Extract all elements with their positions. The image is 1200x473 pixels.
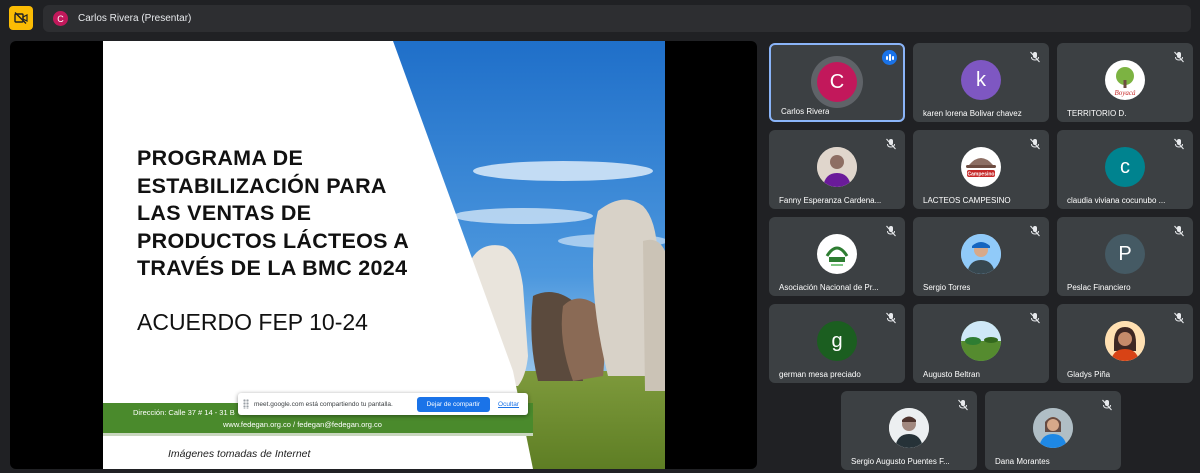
participant-name: Gladys Piña <box>1067 370 1111 379</box>
avatar: P <box>1105 234 1145 274</box>
person-photo-icon <box>889 408 929 448</box>
slide-title-line: ESTABILIZACIÓN PARA <box>137 173 387 198</box>
participant-tile[interactable]: Boyacá TERRITORIO D. <box>1057 43 1193 122</box>
boyaca-logo-icon: Boyacá <box>1105 60 1145 100</box>
participant-name: Sergio Torres <box>923 283 971 292</box>
presenter-label: Carlos Rivera (Presentar) <box>78 13 192 24</box>
hide-button[interactable]: Ocultar <box>498 401 519 408</box>
participant-name: karen lorena Bolivar chavez <box>923 109 1022 118</box>
svg-text:Campesino: Campesino <box>968 172 995 178</box>
mic-muted-icon <box>1174 225 1184 237</box>
slide-footer-strip <box>103 433 533 436</box>
avatar: g <box>817 321 857 361</box>
participant-tile[interactable]: Fanny Esperanza Cardena... <box>769 130 905 209</box>
footer-web: www.fedegan.org.co / fedegan@fedegan.org… <box>223 420 382 429</box>
screen-share-notification: meet.google.com está compartiendo tu pan… <box>238 393 528 415</box>
participant-name: Peslac Financiero <box>1067 283 1131 292</box>
participant-name: TERRITORIO D. <box>1067 109 1127 118</box>
participant-name: LACTEOS CAMPESINO <box>923 196 1011 205</box>
mic-muted-icon <box>1030 312 1040 324</box>
participant-name: claudia viviana cocunubo ... <box>1067 196 1166 205</box>
participant-name: Augusto Beltran <box>923 370 980 379</box>
participant-tile[interactable]: k karen lorena Bolivar chavez <box>913 43 1049 122</box>
participant-tile[interactable]: C Carlos Rivera <box>769 43 905 122</box>
image-credit-note: Imágenes tomadas de Internet <box>168 448 311 460</box>
person-photo-icon <box>817 147 857 187</box>
share-message: meet.google.com está compartiendo tu pan… <box>254 400 393 408</box>
participant-name: Asociación Nacional de Pr... <box>779 283 879 292</box>
avatar: c <box>1105 147 1145 187</box>
svg-text:Boyacá: Boyacá <box>1115 89 1136 97</box>
participant-name: Carlos Rivera <box>781 107 830 116</box>
mic-muted-icon <box>886 225 896 237</box>
camera-off-button[interactable] <box>9 6 33 30</box>
participant-tile[interactable]: Dana Morantes <box>985 391 1121 470</box>
presenter-bar[interactable]: C Carlos Rivera (Presentar) <box>43 5 1191 32</box>
camera-off-icon <box>14 12 28 24</box>
campesino-logo-icon: Campesino <box>961 147 1001 187</box>
mic-muted-icon <box>1174 138 1184 150</box>
stop-sharing-button[interactable]: Dejar de compartir <box>416 396 491 412</box>
avatar: k <box>961 60 1001 100</box>
slide-subtitle: ACUERDO FEP 10-24 <box>137 309 368 335</box>
participant-name: Sergio Augusto Puentes F... <box>851 457 950 466</box>
participant-tile[interactable]: Campesino LACTEOS CAMPESINO <box>913 130 1049 209</box>
participant-tile[interactable]: Sergio Augusto Puentes F... <box>841 391 977 470</box>
slide-title-line: LAS VENTAS DE <box>137 201 312 225</box>
mic-muted-icon <box>1174 312 1184 324</box>
person-photo-icon <box>1105 321 1145 361</box>
landscape-photo-icon <box>961 321 1001 361</box>
person-photo-icon <box>1033 408 1073 448</box>
drag-handle-icon[interactable] <box>243 399 249 409</box>
mic-muted-icon <box>958 399 968 411</box>
participant-name: Fanny Esperanza Cardena... <box>779 196 882 205</box>
avatar: C <box>817 62 857 102</box>
anal-logo-icon <box>817 234 857 274</box>
mic-muted-icon <box>1030 138 1040 150</box>
slide-title-line: TRAVÉS DE LA BMC 2024 <box>137 256 408 280</box>
participant-tile[interactable]: g german mesa preciado <box>769 304 905 383</box>
slide-title-line: PROGRAMA DE <box>137 146 304 170</box>
participant-tile[interactable]: Gladys Piña <box>1057 304 1193 383</box>
participant-tile[interactable]: Asociación Nacional de Pr... <box>769 217 905 296</box>
participant-name: Dana Morantes <box>995 457 1050 466</box>
mic-muted-icon <box>1030 51 1040 63</box>
presentation-stage: PROGRAMA DE ESTABILIZACIÓN PARA LAS VENT… <box>10 41 757 469</box>
mic-muted-icon <box>1030 225 1040 237</box>
slide-title-line: PRODUCTOS LÁCTEOS A <box>137 228 410 253</box>
person-photo-icon <box>961 234 1001 274</box>
participant-tile[interactable]: c claudia viviana cocunubo ... <box>1057 130 1193 209</box>
participant-name: german mesa preciado <box>779 370 861 379</box>
mic-muted-icon <box>1174 51 1184 63</box>
mic-muted-icon <box>886 312 896 324</box>
slide-title: PROGRAMA DE ESTABILIZACIÓN PARA LAS VENT… <box>137 145 457 283</box>
footer-address: Dirección: Calle 37 # 14 - 31 B <box>133 408 235 417</box>
speaking-indicator-icon <box>882 50 897 65</box>
mic-muted-icon <box>886 138 896 150</box>
participant-tile[interactable]: P Peslac Financiero <box>1057 217 1193 296</box>
mic-muted-icon <box>1102 399 1112 411</box>
participant-tile[interactable]: Sergio Torres <box>913 217 1049 296</box>
avatar: C <box>53 11 68 26</box>
participant-tile[interactable]: Augusto Beltran <box>913 304 1049 383</box>
